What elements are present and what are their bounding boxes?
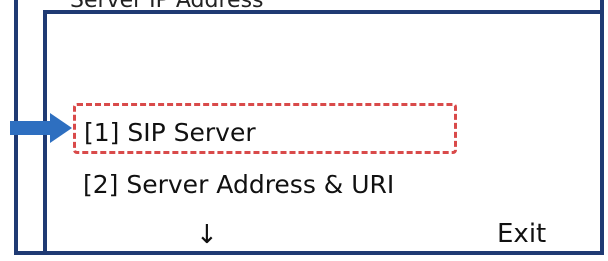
screen-title: Server IP Address	[70, 0, 264, 13]
device-display: Server IP Address [1] SIP Server [2] Ser…	[0, 0, 608, 261]
arrow-right-icon	[10, 113, 72, 143]
menu-item-sip-server[interactable]: [1] SIP Server	[84, 118, 256, 147]
scroll-down-indicator[interactable]: ↓	[196, 220, 218, 250]
menu-item-server-address-uri[interactable]: [2] Server Address & URI	[83, 170, 394, 199]
exit-option[interactable]: Exit	[497, 219, 546, 249]
